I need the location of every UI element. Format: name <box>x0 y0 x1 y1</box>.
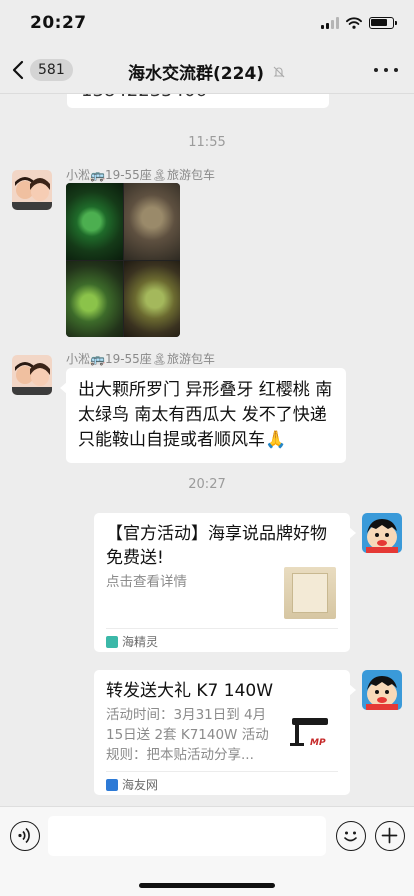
message-list[interactable]: 13842235406 11:55 小淞🚌19-55座🏝旅游包车 小淞🚌1 <box>0 94 414 806</box>
card-source-name: 海精灵 <box>122 635 159 649</box>
image-message[interactable] <box>66 183 180 337</box>
message-input[interactable] <box>48 816 326 856</box>
timestamp: 20:27 <box>188 477 226 492</box>
card-thumbnail <box>284 567 336 619</box>
card-title: 转发送大礼 K7 140W <box>106 681 274 701</box>
card-source: 海精灵 <box>106 633 158 650</box>
partial-message-bubble[interactable]: 13842235406 <box>67 94 329 108</box>
voice-button[interactable] <box>10 821 40 851</box>
link-card[interactable]: 转发送大礼 K7 140W 活动时间：3月31日到 4月15日送 2套 K714… <box>94 670 356 795</box>
chat-header: 581 海水交流群(224) <box>0 46 414 94</box>
my-avatar[interactable] <box>362 670 402 710</box>
avatar[interactable] <box>12 170 52 210</box>
text-message-bubble[interactable]: 出大颗所罗门 异形叠牙 红樱桃 南太绿鸟 南太有西瓜大 发不了快递 只能鞍山自提… <box>60 368 346 463</box>
wifi-icon <box>346 17 362 29</box>
battery-icon <box>369 17 397 29</box>
emoji-icon <box>344 831 357 842</box>
status-icons <box>321 16 397 30</box>
app-icon <box>106 635 118 648</box>
chat-title-text: 海水交流群(224) <box>128 64 265 84</box>
avatar[interactable] <box>12 355 52 395</box>
more-icon <box>374 68 378 72</box>
chat-title: 海水交流群(224) <box>0 59 414 84</box>
plus-icon <box>381 827 398 844</box>
timestamp: 11:55 <box>188 135 226 150</box>
card-description: 活动时间：3月31日到 4月15日送 2套 K7140W 活动规则：把本贴活动分… <box>106 707 269 763</box>
voice-icon <box>18 827 30 844</box>
card-thumbnail: MP <box>284 710 336 754</box>
message-text: 出大颗所罗门 异形叠牙 红樱桃 南太绿鸟 南太有西瓜大 发不了快递 只能鞍山自提… <box>78 380 333 450</box>
card-source: 海友网 <box>106 776 158 793</box>
card-divider <box>106 628 338 629</box>
emoji-button[interactable] <box>336 821 366 851</box>
card-title: 【官方活动】海享说品牌好物免费送! <box>106 524 327 568</box>
my-avatar[interactable] <box>362 513 402 553</box>
status-bar: 20:27 <box>0 0 414 46</box>
app-icon <box>106 778 118 791</box>
more-button[interactable] <box>374 60 398 80</box>
status-time: 20:27 <box>30 13 87 33</box>
sender-name: 小淞🚌19-55座🏝旅游包车 <box>66 352 216 366</box>
input-bar <box>0 806 414 896</box>
thumbnail-text: MP <box>310 738 326 748</box>
card-description: 点击查看详情 <box>106 574 187 590</box>
signal-icon <box>321 17 339 29</box>
card-divider <box>106 771 338 772</box>
partial-message-text: 13842235406 <box>81 94 207 101</box>
mute-icon <box>273 66 285 77</box>
home-indicator <box>139 883 275 888</box>
card-source-name: 海友网 <box>122 778 159 792</box>
sender-name: 小淞🚌19-55座🏝旅游包车 <box>66 168 216 182</box>
link-card[interactable]: 【官方活动】海享说品牌好物免费送! 点击查看详情 海精灵 <box>94 513 356 652</box>
plus-button[interactable] <box>375 821 405 851</box>
